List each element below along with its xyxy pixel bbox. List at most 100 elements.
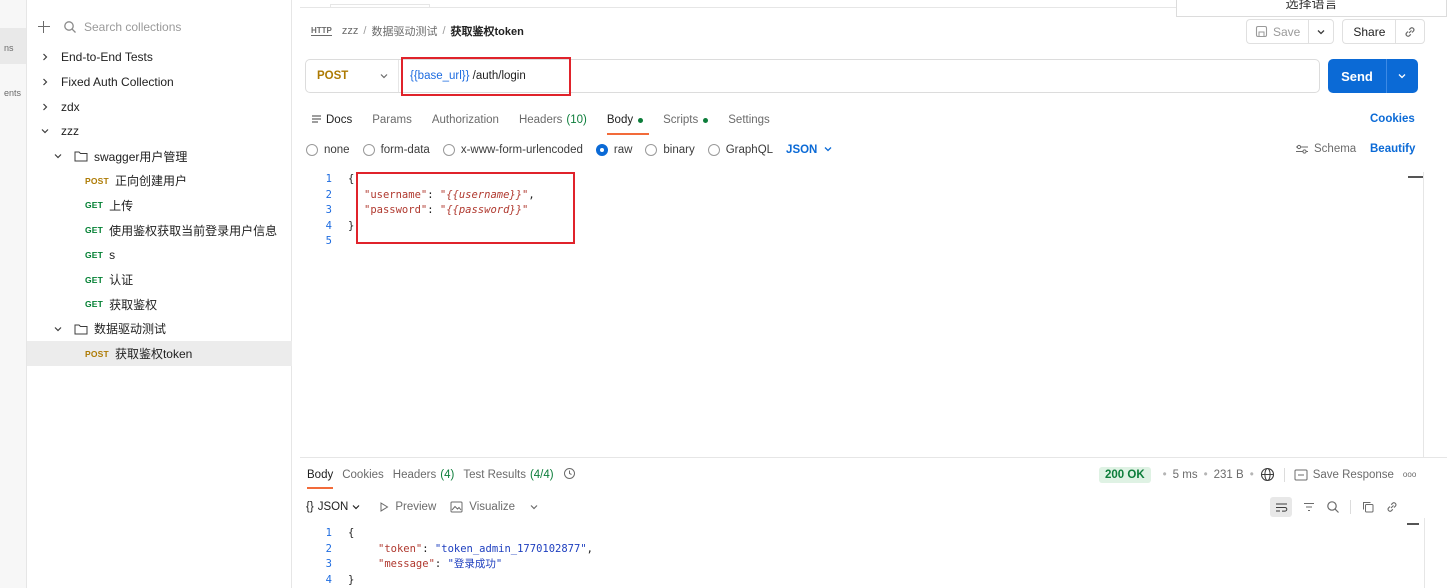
cookies-link[interactable]: Cookies <box>1370 113 1415 125</box>
meta-separator: • <box>1162 468 1167 481</box>
breadcrumb-collection[interactable]: zzz <box>342 25 359 37</box>
sliders-icon <box>1296 144 1308 154</box>
search-box[interactable] <box>63 16 278 38</box>
json-brace: { <box>348 527 355 539</box>
meta-separator: • <box>1203 468 1208 481</box>
tab-authorization[interactable]: Authorization <box>432 114 499 126</box>
search-icon[interactable] <box>1326 500 1340 514</box>
body-mode-raw[interactable]: raw <box>595 144 632 156</box>
request-item[interactable]: POST 获取鉴权token <box>27 341 292 366</box>
link-icon[interactable] <box>1385 500 1399 514</box>
schema-button[interactable]: Schema <box>1295 143 1356 155</box>
body-mode-x-www-form-urlencoded[interactable]: x-www-form-urlencoded <box>442 144 583 156</box>
pane-divider[interactable] <box>300 457 1447 458</box>
code-line[interactable]: 2 "token": "token_admin_1770102877", <box>300 542 593 558</box>
chevron-right-icon[interactable] <box>39 76 51 88</box>
globe-icon[interactable] <box>1260 467 1275 482</box>
filter-icon[interactable] <box>1302 500 1316 514</box>
body-mode-form-data[interactable]: form-data <box>362 144 430 156</box>
method-badge: GET <box>85 299 104 310</box>
body-highlight-box <box>356 172 575 244</box>
radio-x-www-form-urlencoded[interactable] <box>442 144 455 156</box>
radio-none[interactable] <box>306 144 318 156</box>
code-line[interactable]: 1{ <box>300 526 593 542</box>
body-format-select[interactable]: JSON <box>786 144 833 157</box>
preview-button[interactable]: Preview <box>379 501 436 513</box>
request-item[interactable]: GET 认证 <box>27 267 292 292</box>
collection-item[interactable]: zdx <box>27 94 292 119</box>
response-time[interactable]: 5 ms <box>1173 469 1198 481</box>
radio-form-data[interactable] <box>362 144 375 156</box>
response-tab-test-results[interactable]: Test Results (4/4) <box>463 469 553 481</box>
request-item[interactable]: GET s <box>27 243 292 268</box>
open-tab[interactable] <box>330 4 430 8</box>
tab-docs[interactable]: Docs <box>311 114 352 127</box>
breadcrumb-folder[interactable]: 数据驱动测试 <box>371 23 437 39</box>
radio-GraphQL[interactable] <box>707 144 720 156</box>
tab-label: Headers <box>518 114 563 126</box>
chevron-right-icon[interactable] <box>39 101 51 113</box>
response-tab-headers[interactable]: Headers (4) <box>393 469 455 481</box>
collection-item[interactable]: Fixed Auth Collection <box>27 70 292 95</box>
send-dropdown-button[interactable] <box>1386 59 1417 93</box>
line-number: 3 <box>325 558 332 570</box>
chevron-down-icon <box>1398 74 1406 79</box>
response-tabs: Body Cookies Headers (4) Test Results (4/4) <box>307 466 576 489</box>
request-item[interactable]: GET 使用鉴权获取当前登录用户信息 <box>27 218 292 243</box>
tab-headers[interactable]: Headers (10) <box>519 114 587 126</box>
breadcrumb: HTTP zzz / 数据驱动测试 / 获取鉴权token <box>311 22 524 40</box>
search-input[interactable] <box>84 20 264 34</box>
request-item[interactable]: POST 正向创建用户 <box>27 168 292 193</box>
beautify-button[interactable]: Beautify <box>1370 143 1415 155</box>
code-line[interactable]: 4} <box>300 573 593 588</box>
request-title[interactable]: 获取鉴权token <box>451 23 524 39</box>
radio-binary[interactable] <box>645 144 658 156</box>
response-tab-body[interactable]: Body <box>307 469 334 489</box>
rail-label-environments[interactable]: ents <box>4 88 21 98</box>
tab-scripts[interactable]: Scripts <box>663 114 709 126</box>
status-badge[interactable]: 200 OK <box>1099 466 1151 483</box>
editor-scrollbar[interactable] <box>1408 176 1423 178</box>
collection-item[interactable]: zzz <box>27 119 292 144</box>
response-body[interactable]: 1{2 "token": "token_admin_1770102877", 3 "m… <box>300 526 593 588</box>
save-dropdown-button[interactable] <box>1308 19 1335 44</box>
language-popup[interactable]: 选择语言 <box>1176 0 1447 17</box>
plus-icon[interactable] <box>37 20 51 34</box>
send-button[interactable]: Send <box>1328 69 1386 84</box>
save-response-button[interactable]: Save Response <box>1313 469 1394 481</box>
save-button[interactable]: Save <box>1246 19 1309 44</box>
body-mode-GraphQL[interactable]: GraphQL <box>707 144 773 156</box>
response-format-select[interactable]: {} JSON <box>306 501 361 513</box>
left-rail: ns ents <box>0 0 27 588</box>
copy-icon[interactable] <box>1361 500 1375 514</box>
share-button[interactable]: Share <box>1342 19 1396 44</box>
chevron-down-icon[interactable] <box>39 125 51 137</box>
history-icon[interactable] <box>563 467 576 483</box>
request-item[interactable]: GET 获取鉴权 <box>27 292 292 317</box>
folder-item[interactable]: 数据驱动测试 <box>27 317 292 342</box>
tab-body[interactable]: Body <box>606 114 650 135</box>
tab-params[interactable]: Params <box>372 114 412 126</box>
body-mode-binary[interactable]: binary <box>645 144 695 156</box>
collection-item[interactable]: End-to-End Tests <box>27 45 292 70</box>
more-options-button[interactable]: ooo <box>1403 470 1416 479</box>
rail-label-collections[interactable]: ns <box>4 43 14 53</box>
response-tab-cookies[interactable]: Cookies <box>342 469 384 481</box>
code-line[interactable]: 3 "message": "登录成功" <box>300 557 593 573</box>
visualize-button[interactable]: Visualize <box>450 501 515 513</box>
tab-settings[interactable]: Settings <box>728 114 770 126</box>
request-item[interactable]: GET 上传 <box>27 193 292 218</box>
response-scrollbar[interactable] <box>1407 523 1419 525</box>
method-select[interactable]: POST <box>306 60 399 92</box>
body-mode-none[interactable]: none <box>306 144 350 156</box>
copy-link-button[interactable] <box>1395 19 1426 44</box>
response-size[interactable]: 231 B <box>1214 469 1244 481</box>
folder-item[interactable]: swagger用户管理 <box>27 144 292 169</box>
body-mode-label: form-data <box>380 144 430 156</box>
wrap-lines-button[interactable] <box>1270 497 1292 517</box>
chevron-down-icon[interactable] <box>529 502 539 512</box>
radio-raw[interactable] <box>595 144 608 156</box>
chevron-down-icon[interactable] <box>52 150 64 162</box>
chevron-right-icon[interactable] <box>39 51 51 63</box>
chevron-down-icon[interactable] <box>52 323 64 335</box>
